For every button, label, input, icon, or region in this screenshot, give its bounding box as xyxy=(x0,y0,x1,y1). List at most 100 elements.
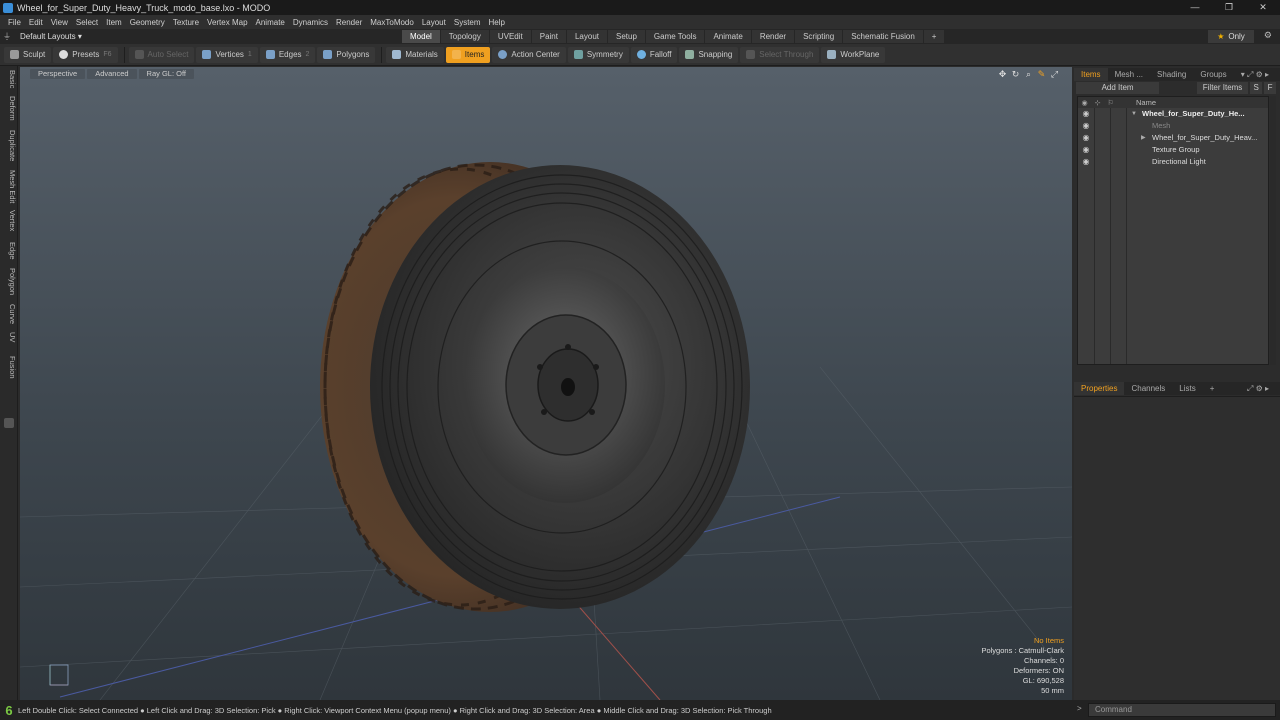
f-button[interactable]: F xyxy=(1264,82,1277,94)
menu-maxtomodo[interactable]: MaxToModo xyxy=(370,18,414,27)
name-column-header[interactable]: Name xyxy=(1136,98,1156,107)
add-tab-button[interactable]: + xyxy=(923,30,945,43)
left-tab-edge[interactable]: Edge xyxy=(1,242,17,260)
left-tab-uv[interactable]: UV xyxy=(1,332,17,342)
menu-help[interactable]: Help xyxy=(489,18,505,27)
tab-mesh[interactable]: Mesh ... xyxy=(1108,68,1150,81)
tab-schematic-fusion[interactable]: Schematic Fusion xyxy=(843,30,923,43)
perspective-tab[interactable]: Perspective xyxy=(30,69,86,79)
zoom-icon[interactable]: ⌕ xyxy=(1023,69,1034,80)
item-label: Directional Light xyxy=(1152,157,1206,166)
tab-paint[interactable]: Paint xyxy=(531,30,566,43)
tab-groups[interactable]: Groups xyxy=(1193,68,1233,81)
menu-file[interactable]: File xyxy=(8,18,21,27)
minimize-button[interactable]: — xyxy=(1178,0,1212,15)
gear-icon[interactable]: ⚙ xyxy=(1264,30,1272,41)
left-tab-basic[interactable]: Basic xyxy=(1,70,17,88)
workplane-button[interactable]: WorkPlane xyxy=(821,46,886,63)
close-button[interactable]: ✕ xyxy=(1246,0,1280,15)
list-item[interactable]: ◉ Directional Light xyxy=(1078,156,1268,168)
list-item[interactable]: ◉ Texture Group xyxy=(1078,144,1268,156)
only-toggle[interactable]: ★ Only xyxy=(1208,30,1254,43)
menu-item[interactable]: Item xyxy=(106,18,122,27)
add-panel-tab-button[interactable]: + xyxy=(1203,382,1222,395)
menu-view[interactable]: View xyxy=(51,18,68,27)
edges-button[interactable]: Edges 2 xyxy=(259,46,316,63)
falloff-icon xyxy=(636,50,646,59)
eye-icon[interactable]: ◉ xyxy=(1081,108,1091,120)
list-item[interactable]: ◉ ▶ Wheel_for_Super_Duty_Heav... xyxy=(1078,132,1268,144)
vertices-button[interactable]: Vertices 1 xyxy=(196,46,258,63)
left-tab-duplicate[interactable]: Duplicate xyxy=(1,130,17,161)
falloff-button[interactable]: Falloff xyxy=(630,46,678,63)
tab-topology[interactable]: Topology xyxy=(440,30,489,43)
expand-tools-button[interactable] xyxy=(4,418,14,428)
tab-scripting[interactable]: Scripting xyxy=(795,30,843,43)
symmetry-button[interactable]: Symmetry xyxy=(567,46,629,63)
polygons-button[interactable]: Polygons xyxy=(317,46,376,63)
menu-vertex-map[interactable]: Vertex Map xyxy=(207,18,247,27)
tab-animate[interactable]: Animate xyxy=(705,30,751,43)
left-tab-vertex[interactable]: Vertex xyxy=(1,210,17,231)
edit-icon[interactable]: ✎ xyxy=(1036,69,1047,80)
eye-icon[interactable]: ◉ xyxy=(1081,156,1091,168)
left-tab-polygon[interactable]: Polygon xyxy=(1,268,17,295)
command-arrow-icon[interactable]: > xyxy=(1077,704,1082,713)
tab-game-tools[interactable]: Game Tools xyxy=(645,30,705,43)
menu-system[interactable]: System xyxy=(454,18,481,27)
list-item[interactable]: ◉ Mesh xyxy=(1078,120,1268,132)
filter-items-button[interactable]: Filter Items xyxy=(1196,82,1249,94)
eye-icon[interactable]: ◉ xyxy=(1081,120,1091,132)
menu-render[interactable]: Render xyxy=(336,18,362,27)
menu-layout[interactable]: Layout xyxy=(422,18,446,27)
3d-viewport[interactable]: Perspective Advanced Ray GL: Off ✥ ↻ ⌕ ✎… xyxy=(20,67,1072,700)
left-tab-curve[interactable]: Curve xyxy=(1,304,17,324)
eye-icon[interactable]: ◉ xyxy=(1081,132,1091,144)
action-center-button[interactable]: Action Center xyxy=(492,46,566,63)
tab-properties[interactable]: Properties xyxy=(1074,382,1125,395)
menu-edit[interactable]: Edit xyxy=(29,18,43,27)
pan-icon[interactable]: ✥ xyxy=(997,69,1008,80)
materials-button[interactable]: Materials xyxy=(386,46,444,63)
ray-gl-tab[interactable]: Ray GL: Off xyxy=(138,69,195,79)
sculpt-button[interactable]: Sculpt xyxy=(4,46,52,63)
left-tab-fusion[interactable]: Fusion xyxy=(1,356,17,379)
collapse-triangle-icon[interactable]: ▼ xyxy=(1131,108,1137,120)
tab-render[interactable]: Render xyxy=(751,30,795,43)
s-button[interactable]: S xyxy=(1250,82,1263,94)
tab-lists[interactable]: Lists xyxy=(1172,382,1202,395)
list-item[interactable]: ◉ ▼ Wheel_for_Super_Duty_He... xyxy=(1078,108,1268,120)
eye-icon[interactable]: ◉ xyxy=(1081,144,1091,156)
tab-uvedit[interactable]: UVEdit xyxy=(489,30,531,43)
tab-setup[interactable]: Setup xyxy=(608,30,645,43)
menu-texture[interactable]: Texture xyxy=(173,18,199,27)
panel-options-icon[interactable]: ▾ ⤢ ⚙ ▸ xyxy=(1234,68,1276,81)
menu-geometry[interactable]: Geometry xyxy=(130,18,165,27)
expand-triangle-icon[interactable]: ▶ xyxy=(1141,132,1146,144)
tab-items[interactable]: Items xyxy=(1074,68,1108,81)
pin-icon[interactable]: ⏚ xyxy=(0,31,14,42)
maximize-button[interactable]: ❐ xyxy=(1212,0,1246,15)
left-tab-mesh-edit[interactable]: Mesh Edit xyxy=(1,170,17,203)
advanced-tab[interactable]: Advanced xyxy=(87,69,137,79)
tab-layout[interactable]: Layout xyxy=(566,30,607,43)
left-tab-deform[interactable]: Deform xyxy=(1,96,17,121)
layout-selector[interactable]: Default Layouts ▾ xyxy=(14,32,88,41)
items-button[interactable]: Items xyxy=(445,46,491,63)
tab-channels[interactable]: Channels xyxy=(1124,382,1172,395)
auto-select-button[interactable]: Auto Select xyxy=(128,46,195,63)
menu-dynamics[interactable]: Dynamics xyxy=(293,18,328,27)
rotate-icon[interactable]: ↻ xyxy=(1010,69,1021,80)
panel-options-icon[interactable]: ⤢ ⚙ ▸ xyxy=(1240,382,1276,395)
presets-button[interactable]: Presets F6 xyxy=(53,46,118,63)
item-list-scrollbar[interactable] xyxy=(1270,96,1276,365)
maximize-viewport-icon[interactable]: ⤢ xyxy=(1049,69,1060,80)
tab-shading[interactable]: Shading xyxy=(1150,68,1193,81)
menu-select[interactable]: Select xyxy=(76,18,98,27)
command-input[interactable]: Command xyxy=(1088,703,1276,717)
add-item-button[interactable]: Add Item xyxy=(1076,82,1160,94)
select-through-button[interactable]: Select Through xyxy=(740,46,820,63)
tab-model[interactable]: Model xyxy=(402,30,440,43)
menu-animate[interactable]: Animate xyxy=(256,18,285,27)
snapping-button[interactable]: Snapping xyxy=(679,46,739,63)
